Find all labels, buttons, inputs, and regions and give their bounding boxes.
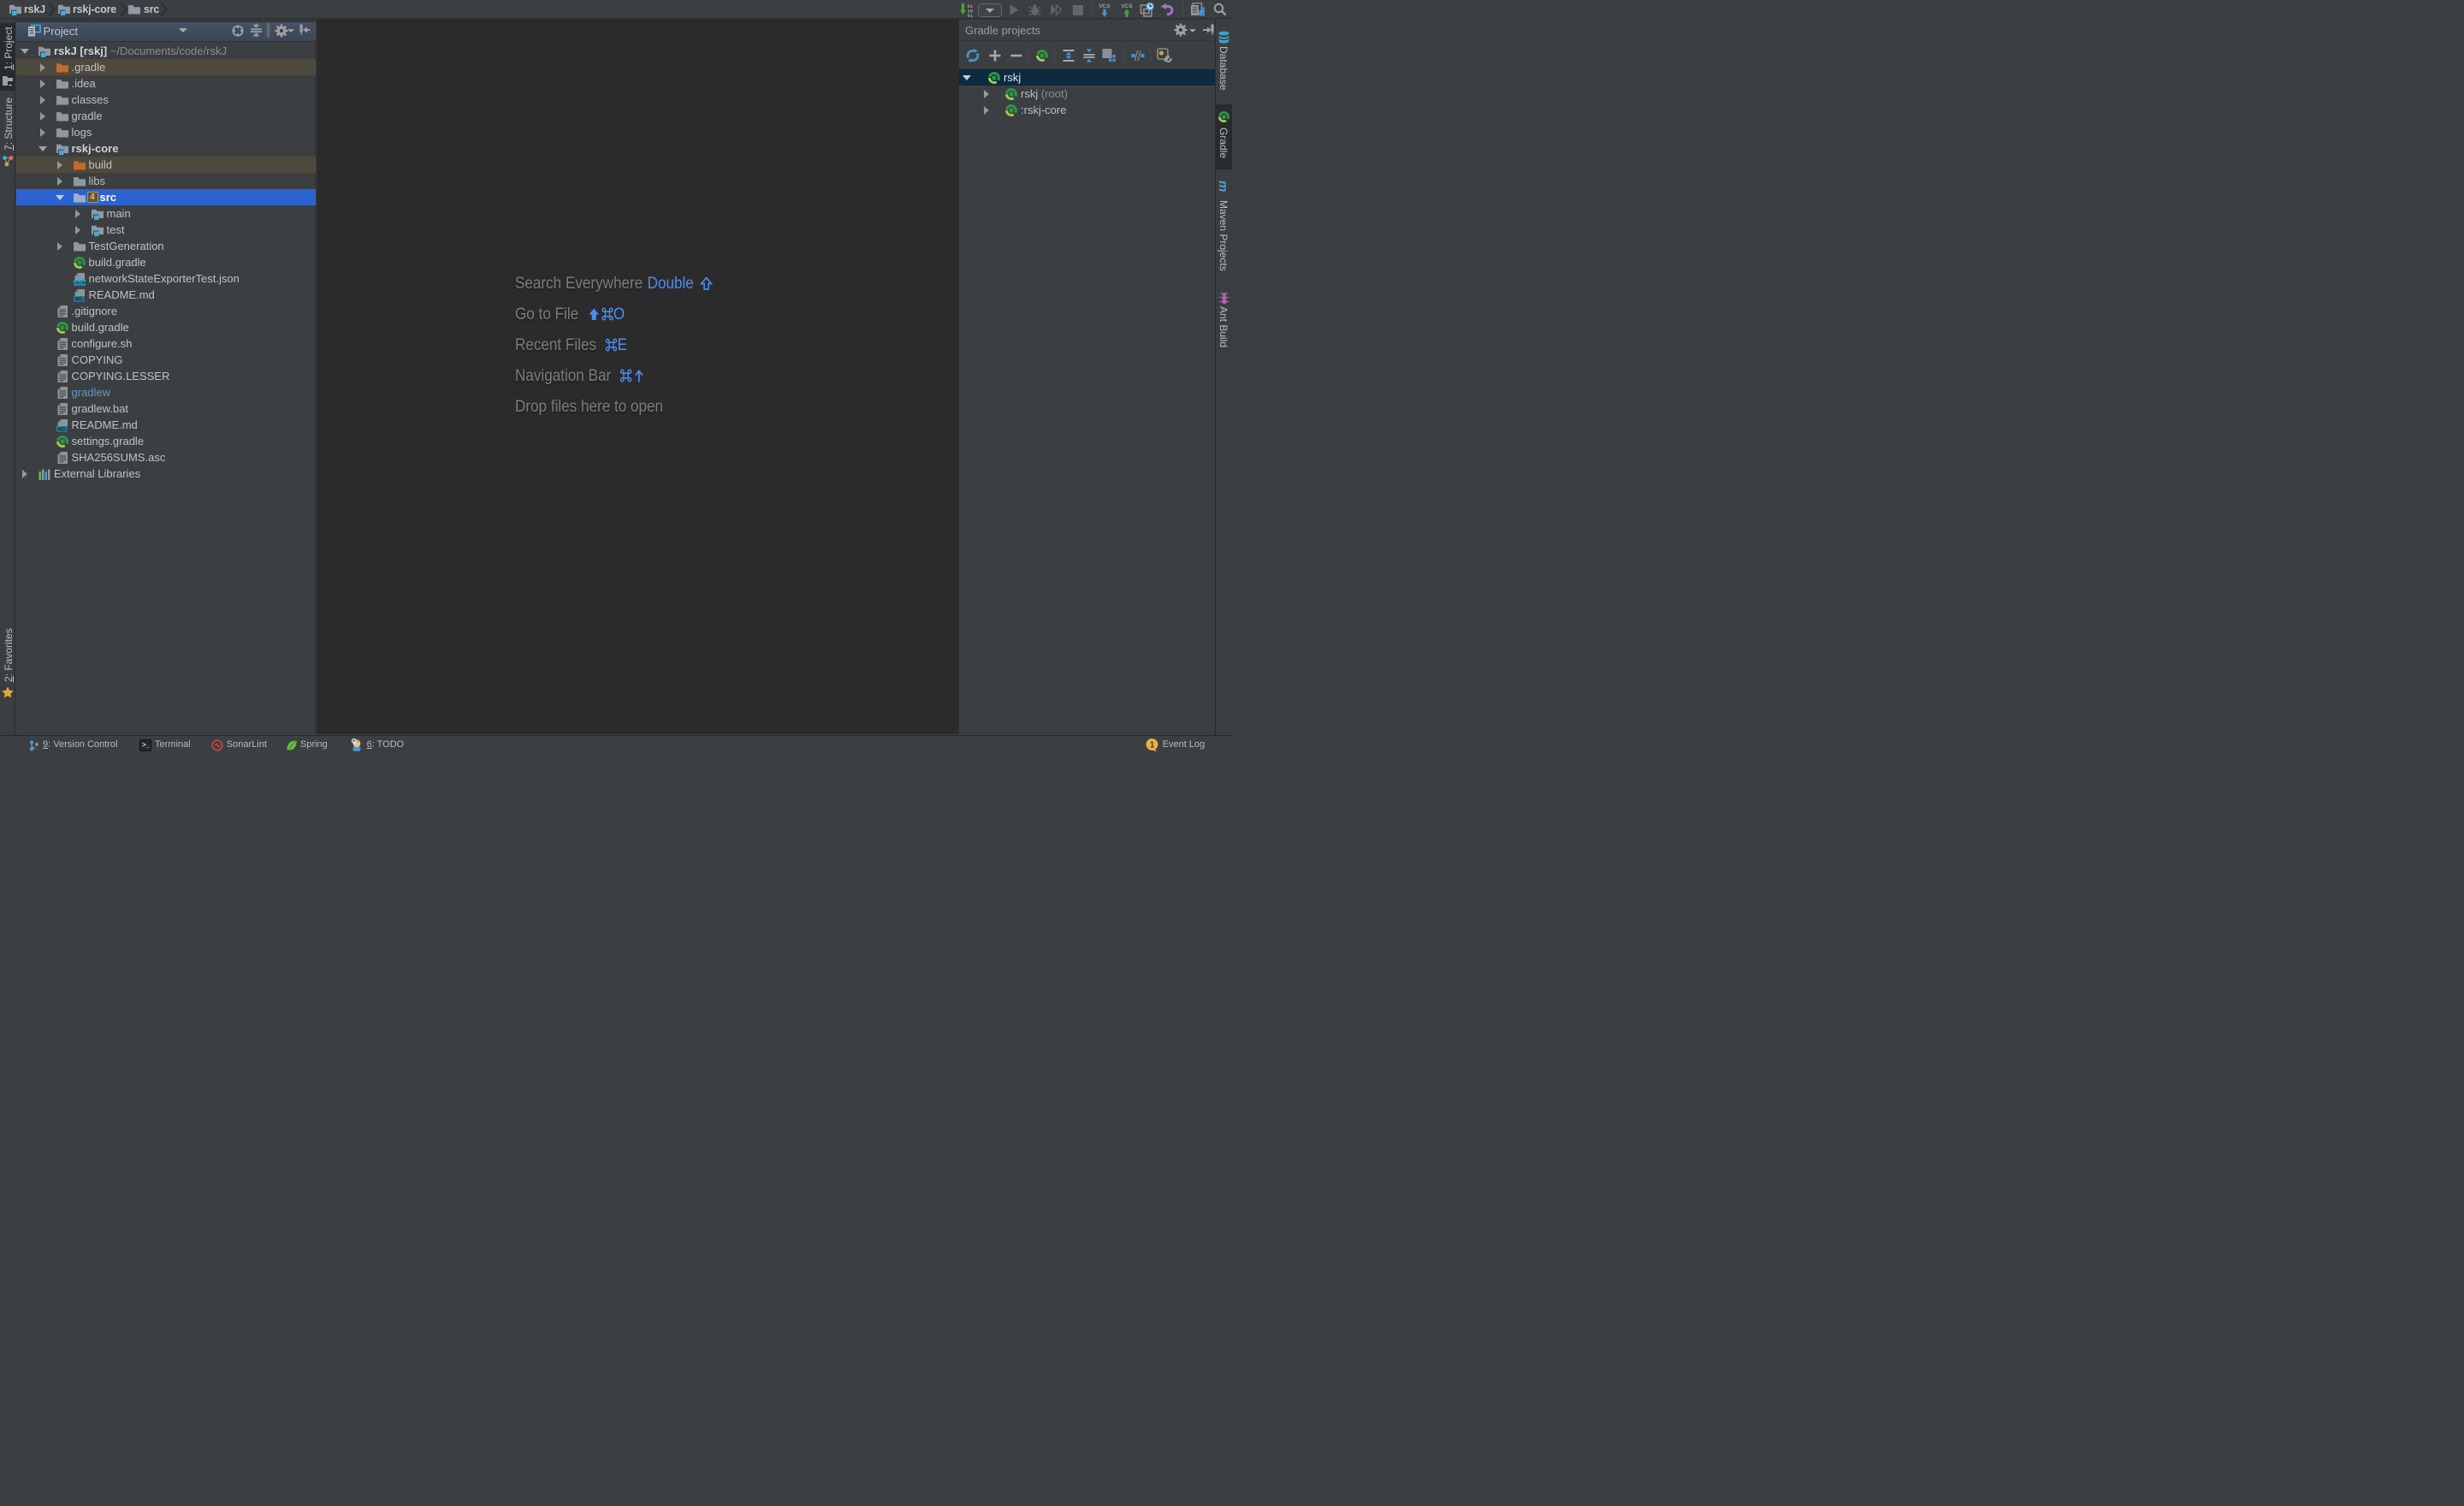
svg-text:1: 1 — [1149, 741, 1154, 750]
svg-text:01: 01 — [968, 14, 973, 18]
svg-text:VCS: VCS — [1121, 3, 1133, 9]
svg-text:VCS: VCS — [1099, 3, 1111, 9]
